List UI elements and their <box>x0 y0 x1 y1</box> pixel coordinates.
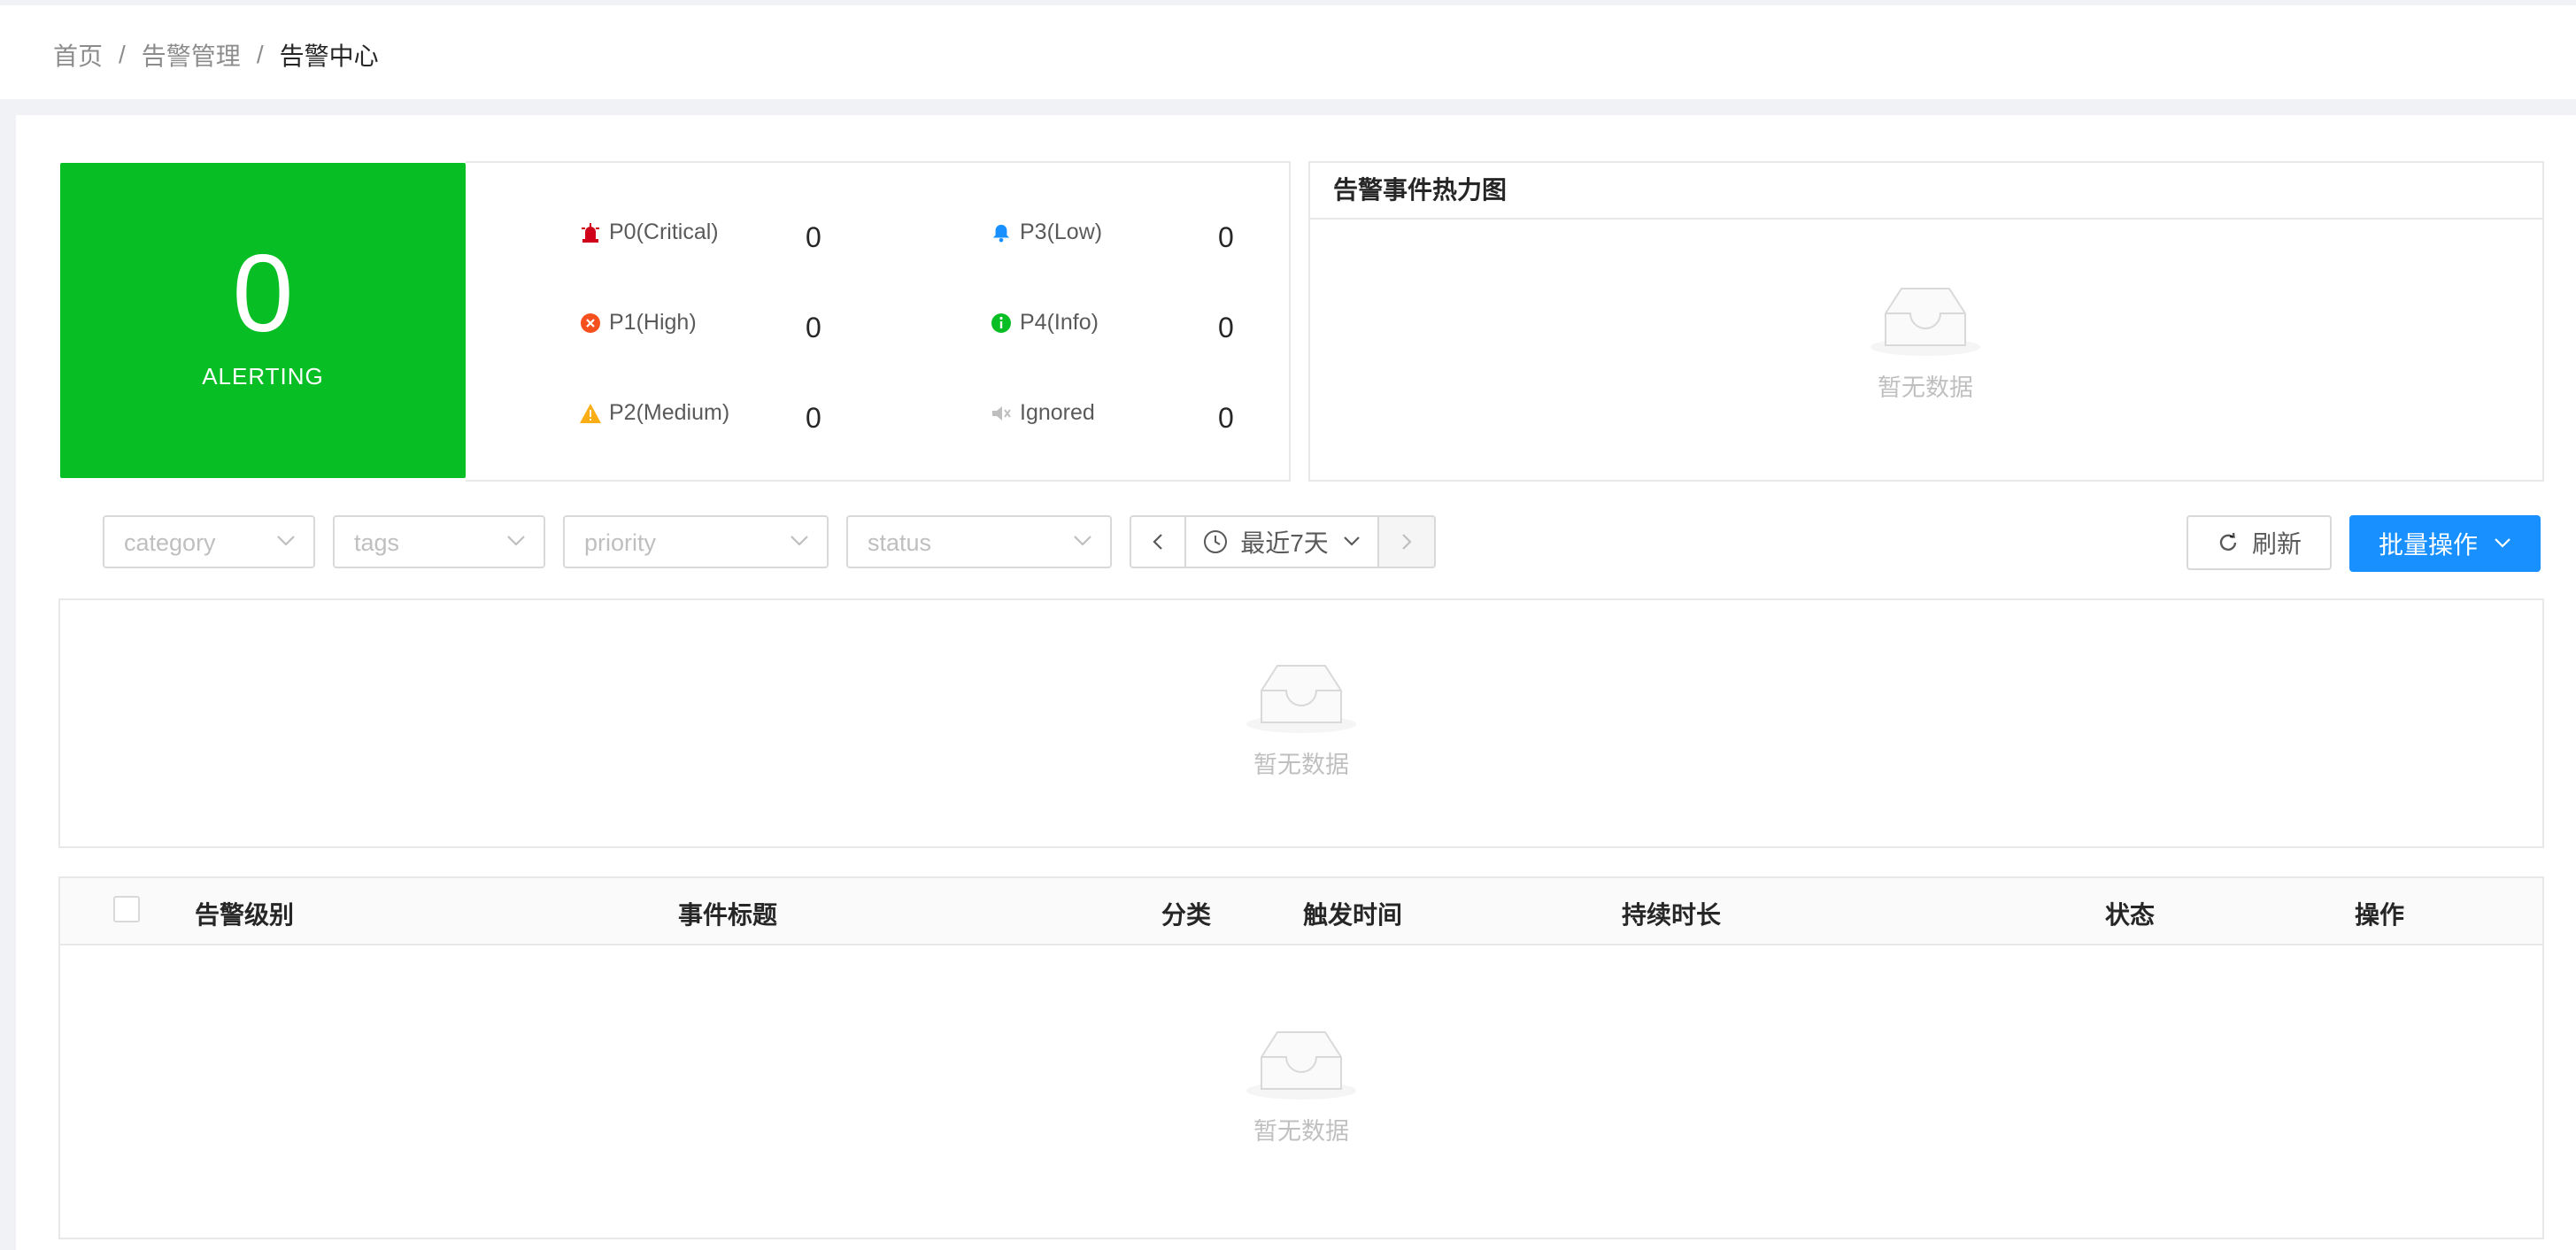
stat-ignored[interactable]: Ignored <box>990 400 1095 426</box>
status-select[interactable]: status <box>846 515 1112 568</box>
select-all-checkbox[interactable] <box>113 896 140 922</box>
breadcrumb-home[interactable]: 首页 <box>53 37 103 73</box>
close-circle-icon <box>579 312 602 335</box>
page-header: 首页 / 告警管理 / 告警中心 <box>0 5 2576 99</box>
previous-period-button[interactable] <box>1130 515 1186 568</box>
stat-p4-label: P4(Info) <box>1020 310 1099 335</box>
heatmap-title: 告警事件热力图 <box>1310 163 2542 220</box>
column-header-status[interactable]: 状态 <box>2105 896 2155 931</box>
chevron-right-icon <box>1402 534 1412 550</box>
tags-placeholder: tags <box>354 529 400 556</box>
reload-icon <box>2219 532 2237 551</box>
breadcrumb: 首页 / 告警管理 / 告警中心 <box>53 37 379 73</box>
alerting-summary-box: 0 <box>60 163 466 478</box>
chart-empty-state: 暂无数据 <box>1199 660 1403 780</box>
stat-p1[interactable]: P1(High) <box>579 310 697 336</box>
category-select[interactable]: category <box>103 515 315 568</box>
stat-p1-value: 0 <box>806 312 821 343</box>
column-header-title[interactable]: 事件标题 <box>678 896 777 931</box>
stat-p0-label: P0(Critical) <box>609 220 719 244</box>
breadcrumb-separator: / <box>119 41 126 68</box>
column-header-category[interactable]: 分类 <box>1161 896 1211 931</box>
clock-icon <box>1204 530 1228 553</box>
stat-p3[interactable]: P3(Low) <box>990 220 1102 245</box>
stat-p2-label: P2(Medium) <box>609 400 730 425</box>
priority-placeholder: priority <box>584 529 657 556</box>
alert-events-table: 告警级别 事件标题 分类 触发时间 持续时长 状态 操作 暂无数据 <box>58 876 2544 1239</box>
stat-p4[interactable]: P4(Info) <box>990 310 1099 336</box>
info-circle-icon <box>990 312 1013 335</box>
refresh-button[interactable]: 刷新 <box>2187 515 2332 570</box>
chevron-down-icon <box>506 535 526 552</box>
date-range-select[interactable]: 最近7天 <box>1186 515 1379 568</box>
heatmap-empty-text: 暂无数据 <box>1878 374 1973 401</box>
stat-p2[interactable]: P2(Medium) <box>579 400 729 426</box>
table-empty-state: 暂无数据 <box>1199 1027 1403 1146</box>
table-empty-text: 暂无数据 <box>1253 1118 1349 1145</box>
stat-p3-value: 0 <box>1218 221 1234 253</box>
stat-p0-value: 0 <box>806 221 821 253</box>
bell-icon <box>990 221 1013 244</box>
chevron-down-icon <box>790 535 809 552</box>
date-range-picker: 最近7天 <box>1130 515 1436 568</box>
alerting-label: ALERTING <box>202 363 324 390</box>
alert-timeline-chart: 暂无数据 <box>58 598 2544 848</box>
table-header: 告警级别 事件标题 分类 触发时间 持续时长 状态 操作 <box>60 878 2542 945</box>
empty-inbox-icon <box>1246 1031 1356 1100</box>
status-placeholder: status <box>868 529 932 556</box>
empty-inbox-icon <box>1246 665 1356 733</box>
chevron-down-icon <box>2495 538 2510 548</box>
chevron-down-icon <box>276 535 296 552</box>
stat-p3-label: P3(Low) <box>1020 220 1103 244</box>
priority-stats-card: P0(Critical) 0 P3(Low) 0 P1(High) 0 P4(I… <box>466 161 1291 482</box>
column-header-actions[interactable]: 操作 <box>2355 896 2404 931</box>
warning-icon <box>579 402 602 425</box>
stat-p1-label: P1(High) <box>609 310 697 335</box>
heatmap-empty-state: 暂无数据 <box>1824 283 2027 403</box>
empty-inbox-icon <box>1870 288 1980 356</box>
column-header-level[interactable]: 告警级别 <box>195 896 294 931</box>
breadcrumb-separator: / <box>256 41 264 68</box>
chart-empty-text: 暂无数据 <box>1253 752 1349 778</box>
column-header-trigger-time[interactable]: 触发时间 <box>1303 896 1402 931</box>
stat-ignored-value: 0 <box>1218 402 1234 434</box>
batch-actions-button[interactable]: 批量操作 <box>2349 515 2541 572</box>
breadcrumb-alert-management[interactable]: 告警管理 <box>142 37 241 73</box>
priority-select[interactable]: priority <box>563 515 829 568</box>
siren-icon <box>579 221 602 244</box>
date-range-value: 最近7天 <box>1240 529 1329 557</box>
breadcrumb-current: 告警中心 <box>279 42 379 70</box>
tags-select[interactable]: tags <box>333 515 545 568</box>
stat-ignored-label: Ignored <box>1020 400 1095 425</box>
column-header-duration[interactable]: 持续时长 <box>1622 896 1721 931</box>
category-placeholder: category <box>124 529 216 556</box>
next-period-button[interactable] <box>1379 515 1436 568</box>
chevron-left-icon <box>1153 534 1162 550</box>
mute-icon <box>990 402 1013 425</box>
chevron-down-icon <box>1073 535 1092 552</box>
chevron-down-icon <box>1344 536 1360 546</box>
batch-actions-label: 批量操作 <box>2378 531 2478 559</box>
alerting-count: 0 <box>232 233 294 355</box>
stat-p4-value: 0 <box>1218 312 1234 343</box>
heatmap-card: 告警事件热力图 暂无数据 <box>1308 161 2544 482</box>
stat-p2-value: 0 <box>806 402 821 434</box>
refresh-label: 刷新 <box>2251 530 2302 558</box>
stat-p0[interactable]: P0(Critical) <box>579 220 719 245</box>
